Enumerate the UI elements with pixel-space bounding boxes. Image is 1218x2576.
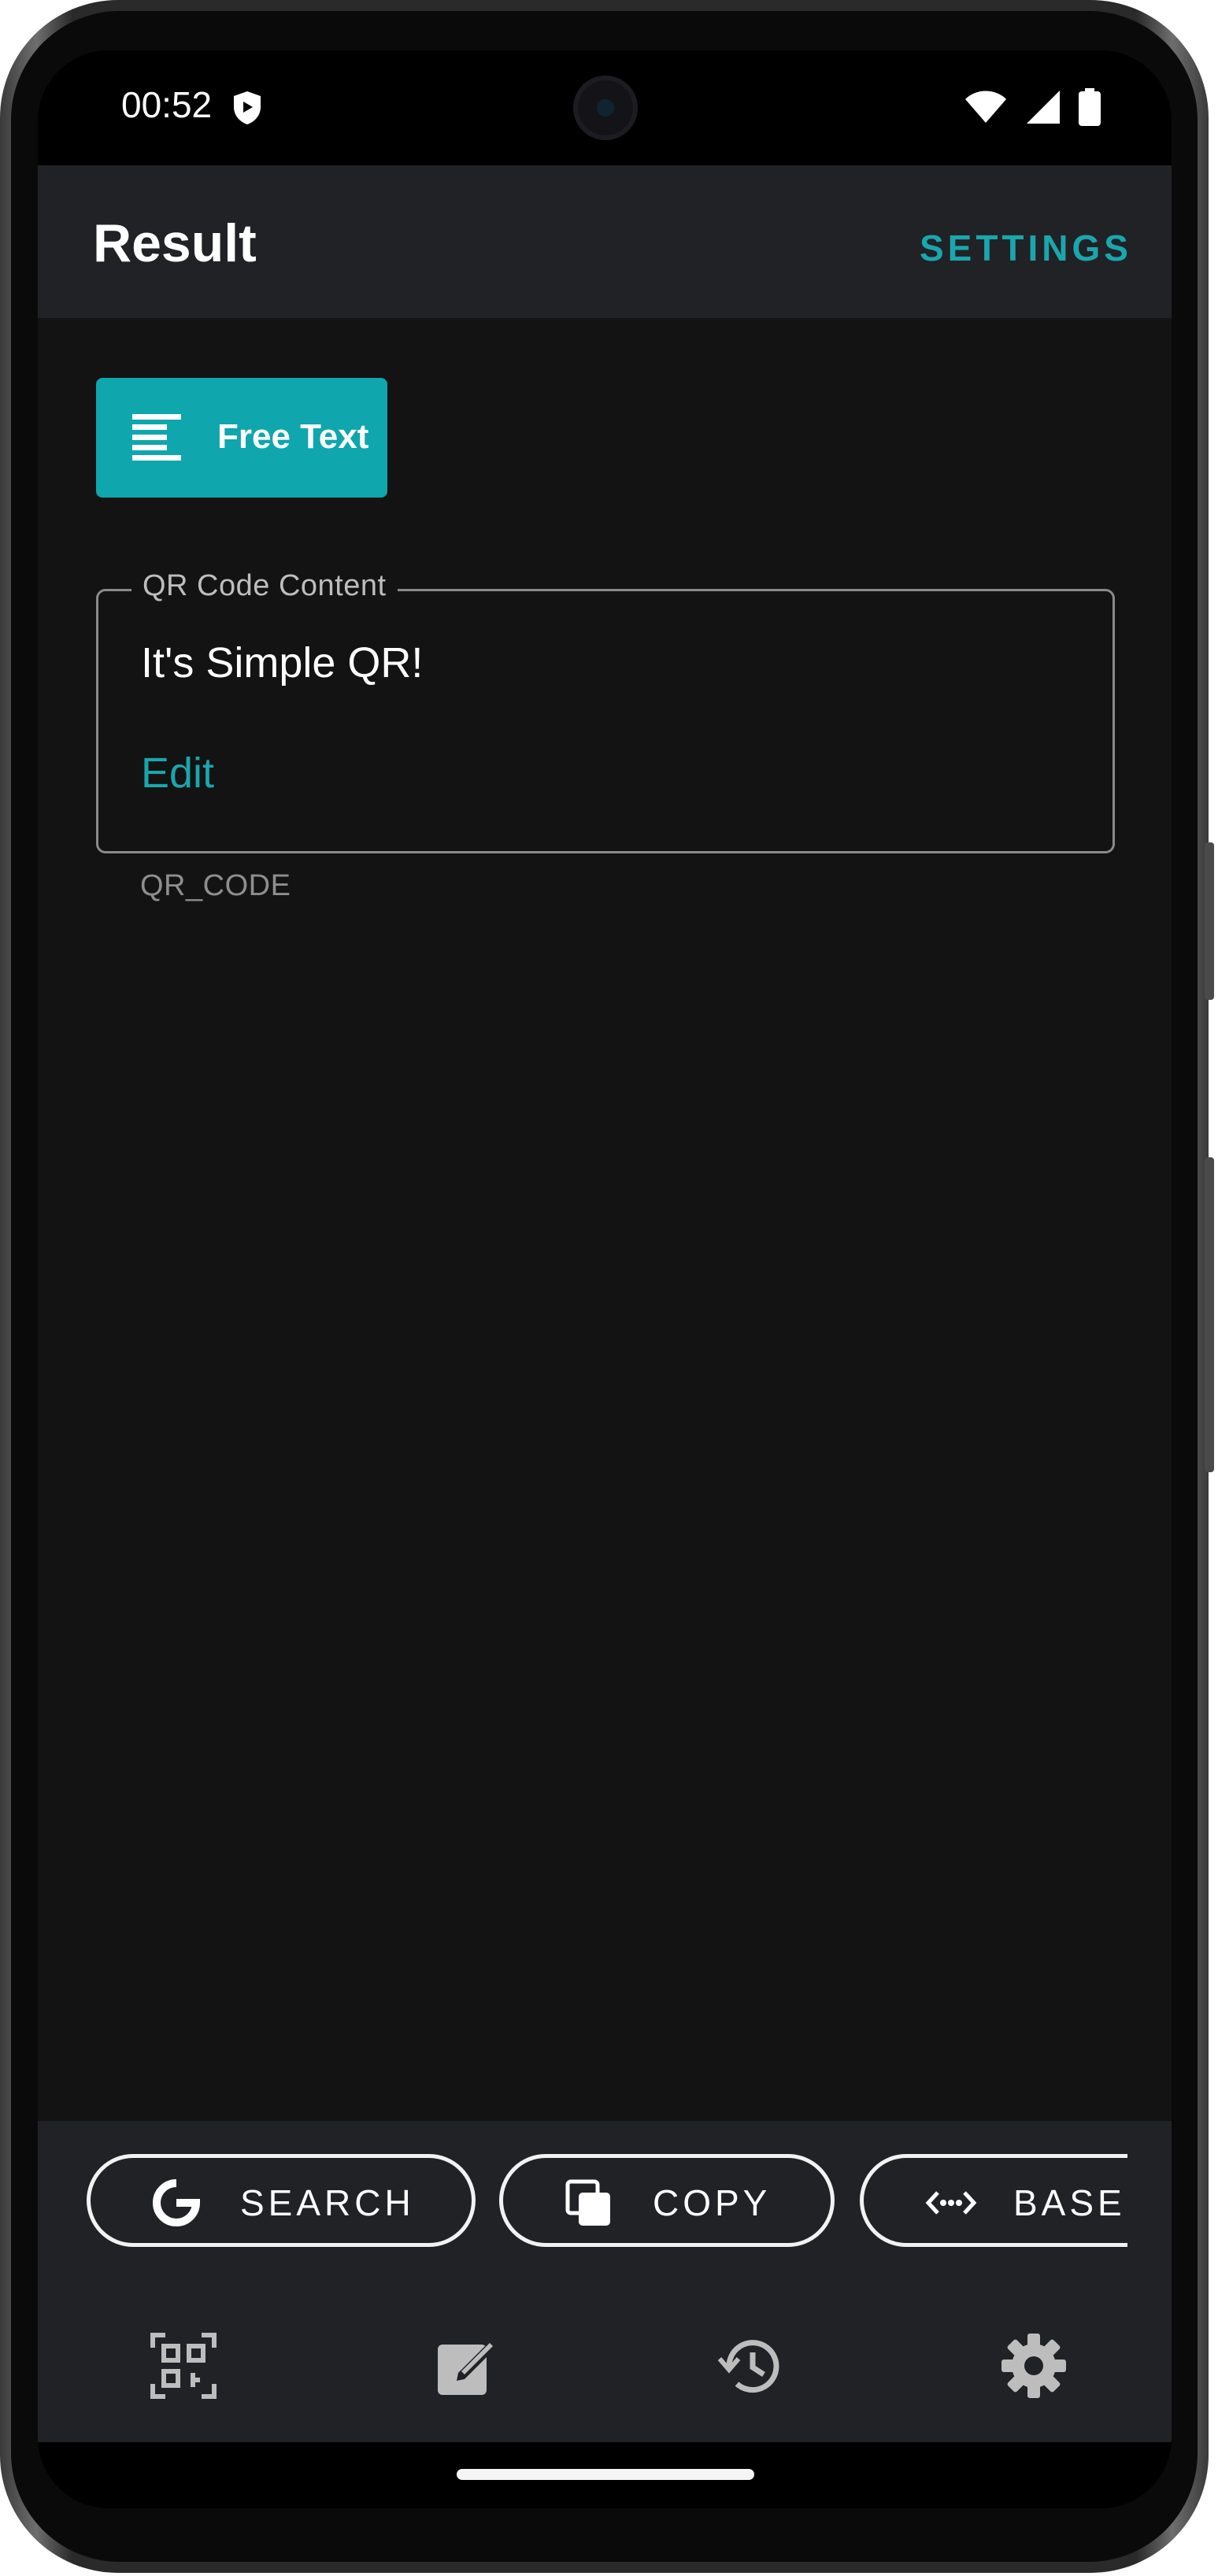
base64-button[interactable]: BASE64 [860,2154,1172,2247]
home-handle[interactable] [457,2469,754,2480]
search-button[interactable]: SEARCH [87,2154,476,2247]
nav-create[interactable] [433,2332,501,2400]
qr-content-field: QR Code Content It's Simple QR! Edit [96,569,1115,853]
qr-scan-icon [150,2333,217,2403]
field-label: QR Code Content [131,569,398,603]
screen: 00:52 Result SETTINGS Free Text QR Code … [38,50,1172,2508]
nav-history[interactable] [716,2332,784,2400]
copy-icon [565,2178,613,2231]
edit-note-icon [433,2340,501,2403]
status-bar: 00:52 [38,50,1172,165]
copy-button[interactable]: COPY [499,2154,835,2247]
gesture-bar [38,2442,1172,2508]
signal-icon [1025,89,1061,129]
search-label: SEARCH [240,2182,415,2223]
nav-scan[interactable] [150,2332,217,2400]
action-row: SEARCH COPY BASE64 [38,2121,1172,2288]
settings-button[interactable]: SETTINGS [920,227,1132,269]
text-lines-icon [131,411,183,467]
code-format-label: QR_CODE [140,869,291,902]
battery-icon [1079,88,1101,130]
power-button [1205,1157,1214,1472]
page-title: Result [93,213,257,273]
content-type-label: Free Text [217,417,369,456]
content-type-chip[interactable]: Free Text [96,378,387,498]
google-icon [152,2178,201,2231]
bottom-navigation [38,2288,1172,2442]
gear-icon [1000,2334,1068,2403]
history-icon [716,2340,784,2403]
edit-link[interactable]: Edit [141,749,214,798]
qr-content-value: It's Simple QR! [141,639,424,687]
volume-button [1205,842,1214,1000]
nav-settings[interactable] [1000,2332,1068,2400]
scroll-fade [1127,2121,1172,2288]
code-icon [925,2178,977,2231]
app-bar: Result SETTINGS [38,165,1172,318]
front-camera [573,76,638,140]
copy-label: COPY [653,2182,772,2223]
status-time: 00:52 [121,84,213,125]
system-icons [964,88,1101,130]
wifi-icon [964,90,1008,128]
shield-icon [231,90,263,130]
result-content: Free Text QR Code Content It's Simple QR… [38,318,1172,2121]
